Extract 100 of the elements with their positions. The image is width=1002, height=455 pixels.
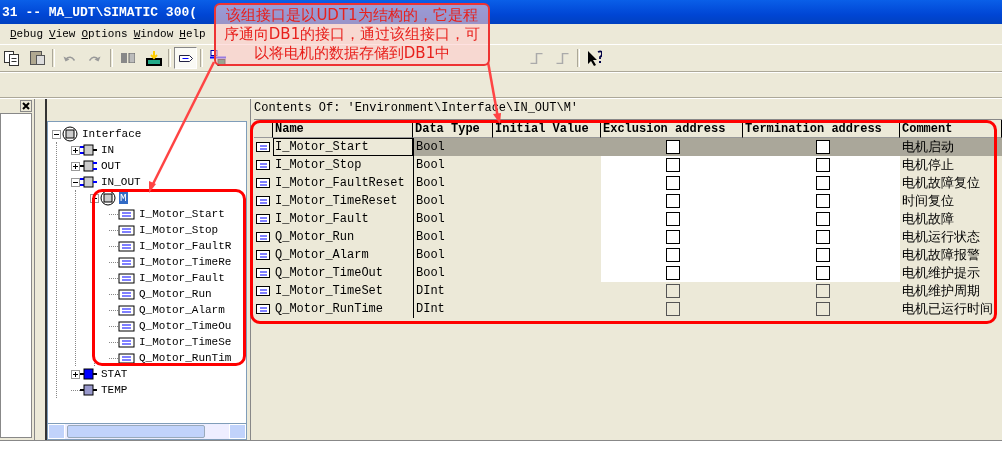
block-icon (80, 174, 98, 190)
checkbox[interactable] (815, 194, 830, 208)
checkbox[interactable] (666, 212, 680, 226)
network-icon (209, 50, 226, 66)
checkbox[interactable] (815, 248, 830, 262)
element-icon (118, 222, 136, 238)
expand-icon[interactable] (71, 161, 80, 171)
collapse-icon[interactable] (52, 129, 61, 139)
download-icon (145, 50, 162, 66)
header-corner (254, 120, 273, 138)
tree-item[interactable]: OUT (100, 160, 122, 172)
checkbox[interactable] (815, 158, 830, 172)
element-icon (118, 286, 136, 302)
table-cell: DInt (413, 300, 493, 318)
checkbox[interactable] (666, 266, 680, 280)
table-cell-text: Q_Motor_RunTime (274, 301, 385, 318)
element-icon (118, 254, 136, 270)
tree-item[interactable]: I_Motor_TimeSe (138, 336, 233, 348)
element-icon (118, 206, 136, 222)
checkbox[interactable] (666, 158, 680, 172)
expand-icon[interactable] (71, 369, 80, 379)
checkbox[interactable] (666, 248, 680, 262)
menu-item[interactable]: Debug (7, 28, 46, 40)
column-header: Name (273, 120, 413, 138)
menu-item[interactable]: Help (176, 28, 209, 40)
copy-icon (4, 50, 19, 66)
table-cell-text: I_Motor_TimeReset (274, 193, 399, 210)
callout-tooltip: 该组接口是以UDT1为结构的，它是程序通向DB1的接口，通过该组接口，可以将电机的数据存储到DB1中 (214, 3, 490, 66)
element-icon (256, 196, 270, 206)
step-icon (556, 52, 569, 64)
element-icon (256, 232, 270, 242)
close-icon (22, 102, 30, 110)
tree-item[interactable]: Interface (81, 128, 143, 140)
struct-icon (99, 190, 117, 206)
blocks-icon (120, 53, 135, 63)
checkbox[interactable] (815, 266, 830, 280)
block-icon (80, 382, 98, 398)
table-cell-text: I_Motor_Fault (274, 211, 370, 228)
element-icon (118, 238, 136, 254)
tree-item[interactable]: Q_Motor_Alarm (138, 304, 226, 316)
table-cell: 电机维护提示 (902, 264, 980, 282)
paste-icon (30, 51, 45, 65)
menu-item[interactable]: View (46, 28, 79, 40)
element-icon (256, 250, 270, 260)
tree-item[interactable]: I_Motor_Start (138, 208, 226, 220)
checkbox[interactable] (666, 176, 680, 190)
element-icon (178, 54, 193, 62)
element-icon (118, 350, 136, 366)
table-cell: 电机故障复位 (902, 174, 980, 192)
tree-item[interactable]: Q_Motor_TimeOu (138, 320, 233, 332)
table-cell: 电机停止 (902, 156, 954, 174)
tree-item[interactable]: TEMP (100, 384, 129, 396)
help-icon (587, 50, 602, 66)
element-icon (118, 318, 136, 334)
table-cell: Bool (413, 174, 493, 192)
block-icon (80, 366, 98, 382)
table-cell-text: Q_Motor_Run (274, 229, 356, 246)
scrollbar[interactable] (47, 424, 247, 440)
element-icon (118, 302, 136, 318)
table-cell: I_Motor_Start (273, 138, 413, 156)
table-cell-text: I_Motor_FaultReset (274, 175, 406, 192)
tree-item[interactable]: I_Motor_Stop (138, 224, 220, 236)
checkbox[interactable] (815, 230, 830, 244)
element-icon (256, 142, 270, 152)
toolbar-button[interactable] (174, 47, 197, 69)
table-cell-text: Q_Motor_TimeOut (274, 265, 385, 282)
table-cell: 电机启动 (902, 138, 954, 156)
checkbox[interactable] (815, 140, 830, 154)
tree-item[interactable]: I_Motor_TimeRe (138, 256, 233, 268)
tree-item[interactable]: IN_OUT (100, 176, 142, 188)
checkbox[interactable] (666, 230, 680, 244)
menu-item[interactable]: Window (130, 28, 177, 40)
table-cell: Bool (413, 264, 493, 282)
tree-item[interactable]: I_Motor_FaultR (138, 240, 233, 252)
table-cell: Bool (413, 246, 493, 264)
checkbox[interactable] (666, 140, 680, 154)
checkbox[interactable] (666, 194, 680, 208)
tree-item[interactable]: Q_Motor_RunTim (138, 352, 233, 364)
close-button[interactable] (20, 100, 32, 112)
table-cell: 电机已运行时间 (902, 300, 993, 318)
element-icon (256, 214, 270, 224)
element-icon (256, 160, 270, 170)
checkbox[interactable] (815, 212, 830, 226)
interface-icon (61, 126, 79, 142)
menu-item[interactable]: Options (78, 28, 131, 40)
expand-icon[interactable] (71, 145, 80, 155)
table-cell: Bool (413, 228, 493, 246)
step-icon (530, 52, 543, 64)
element-icon (256, 178, 270, 188)
tree-item[interactable]: IN (100, 144, 116, 156)
collapse-icon[interactable] (71, 177, 80, 187)
tree-item[interactable]: I_Motor_Fault (138, 272, 226, 284)
tree-item[interactable]: M (119, 192, 128, 204)
element-icon (256, 286, 270, 296)
block-icon (80, 142, 98, 158)
table-cell-text: I_Motor_TimeSet (274, 283, 385, 300)
tree-item[interactable]: Q_Motor_Run (138, 288, 213, 300)
tree-item[interactable]: STAT (100, 368, 129, 380)
element-icon (118, 270, 136, 286)
checkbox[interactable] (815, 176, 830, 190)
